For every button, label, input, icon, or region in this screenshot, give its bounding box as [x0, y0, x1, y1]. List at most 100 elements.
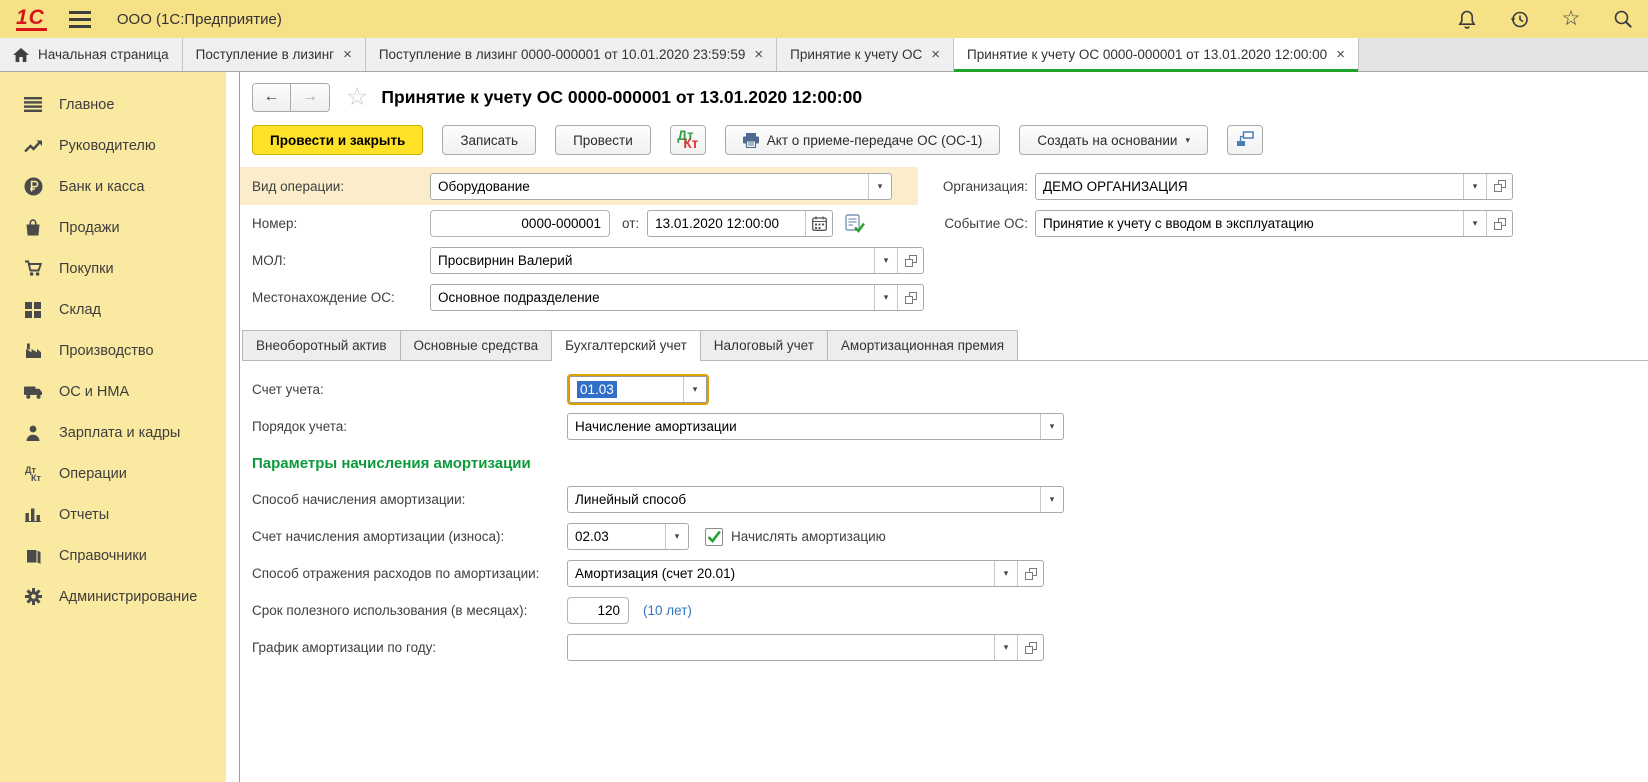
expense-method-combobox[interactable]: Амортизация (счет 20.01) ▾ [567, 560, 1044, 587]
date-field[interactable]: 13.01.2020 12:00:00 [647, 210, 833, 237]
close-icon[interactable]: × [1336, 48, 1345, 61]
dropdown-button[interactable]: ▾ [1040, 414, 1063, 439]
formtab-depreciation-premium[interactable]: Амортизационная премия [827, 330, 1018, 360]
dropdown-button[interactable]: ▾ [868, 174, 891, 199]
sidebar-item-sales[interactable]: Продажи [0, 207, 226, 248]
depreciation-account-combobox[interactable]: 02.03 ▾ [567, 523, 689, 550]
close-icon[interactable]: × [931, 48, 940, 61]
open-icon [1494, 218, 1506, 230]
operation-kind-row: Вид операции: Оборудование ▾ [240, 167, 918, 205]
sections-panel: Главное Руководителю Банк и касса Продаж… [0, 72, 226, 782]
schedule-combobox[interactable]: ▾ [567, 634, 1044, 661]
printer-icon [743, 133, 759, 148]
dropdown-button[interactable]: ▾ [665, 524, 688, 549]
back-arrow-icon[interactable]: ← [253, 84, 291, 111]
dropdown-button[interactable]: ▾ [1463, 174, 1486, 199]
operation-kind-combobox[interactable]: Оборудование ▾ [430, 173, 892, 200]
open-item-button[interactable] [1486, 211, 1512, 236]
related-documents-icon [1236, 131, 1254, 150]
depreciation-method-combobox[interactable]: Линейный способ ▾ [567, 486, 1064, 513]
number-field[interactable]: 0000-000001 [430, 210, 610, 237]
organization-combobox[interactable]: ДЕМО ОРГАНИЗАЦИЯ ▾ [1035, 173, 1513, 200]
sidebar-item-directories[interactable]: Справочники [0, 535, 226, 576]
open-item-button[interactable] [1017, 635, 1043, 660]
history-icon[interactable] [1508, 8, 1530, 30]
close-icon[interactable]: × [754, 48, 763, 61]
tab-leasing-receipt-list[interactable]: Поступление в лизинг × [183, 38, 366, 71]
sidebar-item-fixed-assets[interactable]: ОС и НМА [0, 371, 226, 412]
sidebar-item-label: Справочники [59, 548, 147, 564]
create-based-on-button[interactable]: Создать на основании ▾ [1019, 125, 1208, 155]
forward-arrow-icon[interactable]: → [291, 84, 329, 111]
cart-icon [22, 260, 44, 277]
mol-combobox[interactable]: Просвирнин Валерий ▾ [430, 247, 924, 274]
location-combobox[interactable]: Основное подразделение ▾ [430, 284, 924, 311]
history-nav-buttons: ← → [252, 83, 330, 112]
sidebar-item-reports[interactable]: Отчеты [0, 494, 226, 535]
favorites-star-icon[interactable]: ☆ [1560, 8, 1582, 30]
list-icon [22, 97, 44, 112]
sidebar-item-main[interactable]: Главное [0, 84, 226, 125]
tab-home[interactable]: Начальная страница [0, 38, 183, 71]
truck-icon [22, 385, 44, 399]
open-item-button[interactable] [1017, 561, 1043, 586]
page-title: Принятие к учету ОС 0000-000001 от 13.01… [381, 87, 862, 108]
dropdown-button[interactable]: ▾ [994, 635, 1017, 660]
tab-os-acceptance-list[interactable]: Принятие к учету ОС × [777, 38, 954, 71]
show-postings-button[interactable]: ДтКт [670, 125, 706, 155]
accrue-depreciation-checkbox[interactable]: Начислять амортизацию [705, 528, 886, 546]
close-icon[interactable]: × [343, 48, 352, 61]
sidebar-item-label: Банк и касса [59, 179, 144, 195]
document-form: ← → ☆ Принятие к учету ОС 0000-000001 от… [240, 72, 1648, 782]
account-combobox[interactable]: 01.03 ▾ [569, 376, 707, 403]
useful-life-field[interactable]: 120 [567, 597, 629, 624]
formtab-accounting[interactable]: Бухгалтерский учет [551, 330, 701, 361]
sidebar-item-salary-hr[interactable]: Зарплата и кадры [0, 412, 226, 453]
dropdown-button[interactable]: ▾ [994, 561, 1017, 586]
open-item-button[interactable] [1486, 174, 1512, 199]
field-label: Организация: [932, 179, 1028, 194]
dropdown-button[interactable]: ▾ [1040, 487, 1063, 512]
favorite-star-icon[interactable]: ☆ [346, 82, 368, 112]
dropdown-button[interactable]: ▾ [874, 285, 897, 310]
save-button[interactable]: Записать [442, 125, 536, 155]
tab-label: Поступление в лизинг [196, 47, 334, 62]
tab-label: Поступление в лизинг 0000-000001 от 10.0… [379, 47, 746, 62]
tab-os-acceptance-doc[interactable]: Принятие к учету ОС 0000-000001 от 13.01… [954, 38, 1359, 71]
accounting-order-combobox[interactable]: Начисление амортизации ▾ [567, 413, 1064, 440]
search-icon[interactable] [1612, 8, 1634, 30]
sidebar-item-production[interactable]: Производство [0, 330, 226, 371]
main-menu-icon[interactable] [69, 11, 91, 28]
sidebar-item-manager[interactable]: Руководителю [0, 125, 226, 166]
related-documents-button[interactable] [1227, 125, 1263, 155]
formtab-fixed-assets[interactable]: Основные средства [400, 330, 553, 360]
formtab-noncurrent-asset[interactable]: Внеоборотный актив [242, 330, 401, 360]
sidebar-item-bank-cash[interactable]: Банк и касса [0, 166, 226, 207]
sidebar-item-label: Продажи [59, 220, 120, 236]
useful-life-hint: (10 лет) [643, 603, 692, 618]
notifications-bell-icon[interactable] [1456, 8, 1478, 30]
os-event-combobox[interactable]: Принятие к учету с вводом в эксплуатацию… [1035, 210, 1513, 237]
calendar-icon[interactable] [805, 211, 832, 236]
post-button[interactable]: Провести [555, 125, 651, 155]
field-label: Счет учета: [252, 382, 567, 397]
print-act-button[interactable]: Акт о приеме-передаче ОС (ОС-1) [725, 125, 1001, 155]
dropdown-button[interactable]: ▾ [874, 248, 897, 273]
selected-text: 01.03 [577, 381, 617, 398]
sidebar-item-warehouse[interactable]: Склад [0, 289, 226, 330]
open-item-button[interactable] [897, 285, 923, 310]
panel-splitter[interactable] [226, 72, 240, 782]
sidebar-item-label: ОС и НМА [59, 384, 129, 400]
set-date-check-icon[interactable] [845, 214, 865, 233]
dropdown-button[interactable]: ▾ [1463, 211, 1486, 236]
sidebar-item-purchases[interactable]: Покупки [0, 248, 226, 289]
tab-leasing-receipt-doc[interactable]: Поступление в лизинг 0000-000001 от 10.0… [366, 38, 777, 71]
sidebar-item-administration[interactable]: Администрирование [0, 576, 226, 617]
sidebar-item-operations[interactable]: ДтКт Операции [0, 453, 226, 494]
field-label: Способ отражения расходов по амортизации… [252, 566, 567, 581]
post-and-close-button[interactable]: Провести и закрыть [252, 125, 423, 155]
dropdown-button[interactable]: ▾ [683, 377, 706, 402]
tab-label: Принятие к учету ОС 0000-000001 от 13.01… [967, 47, 1327, 62]
open-item-button[interactable] [897, 248, 923, 273]
formtab-tax[interactable]: Налоговый учет [700, 330, 828, 360]
